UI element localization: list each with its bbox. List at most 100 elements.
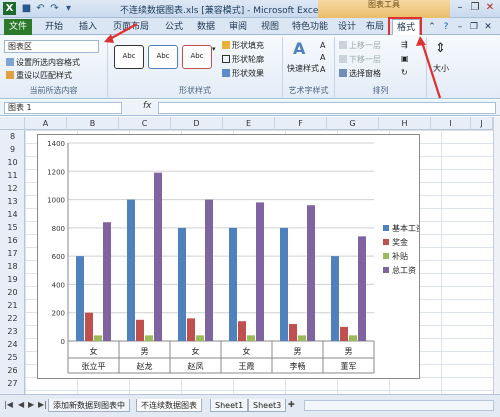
row-header[interactable]: 16 xyxy=(0,234,25,247)
x-category-label: 王霞 xyxy=(239,362,255,371)
insert-sheet-icon[interactable]: ✚ xyxy=(288,400,295,409)
bar xyxy=(127,199,135,341)
bar xyxy=(136,319,144,341)
insert-function-icon[interactable]: fx xyxy=(143,101,152,111)
row-header[interactable]: 8 xyxy=(0,130,25,143)
x-gender-label: 男 xyxy=(345,347,353,356)
row-header[interactable]: 17 xyxy=(0,247,25,260)
sheet-tab[interactable]: Sheet1 xyxy=(210,399,249,412)
x-gender-label: 男 xyxy=(294,347,302,356)
row-header[interactable]: 14 xyxy=(0,208,25,221)
bar xyxy=(289,324,297,341)
bar xyxy=(331,256,339,341)
x-category-label: 李畅 xyxy=(290,361,306,371)
bar xyxy=(94,335,102,341)
next-sheet-icon[interactable]: ▶ xyxy=(28,400,34,409)
arrow-to-selection-box xyxy=(107,23,138,41)
column-header[interactable]: G xyxy=(327,117,379,130)
y-tick-label: 0 xyxy=(61,338,65,346)
bar xyxy=(358,236,366,341)
y-tick-label: 1000 xyxy=(47,197,65,205)
column-header[interactable]: A xyxy=(25,117,67,130)
bar xyxy=(349,335,357,341)
y-tick-label: 1400 xyxy=(47,140,65,148)
column-header[interactable]: I xyxy=(431,117,471,130)
bar xyxy=(280,227,288,341)
last-sheet-icon[interactable]: ▶| xyxy=(38,400,47,409)
bar xyxy=(145,335,153,341)
row-header[interactable]: 19 xyxy=(0,273,25,286)
x-gender-label: 女 xyxy=(243,346,251,356)
bar xyxy=(307,205,315,341)
formula-bar: 图表 1 fx xyxy=(0,100,500,116)
row-header[interactable]: 10 xyxy=(0,156,25,169)
row-header[interactable]: 20 xyxy=(0,286,25,299)
legend-swatch xyxy=(383,239,389,245)
column-header[interactable]: B xyxy=(67,117,119,130)
bar xyxy=(187,318,195,341)
row-header[interactable]: 13 xyxy=(0,195,25,208)
sheet-tab-bar: |◀ ◀ ▶ ▶| 添加新数据到图表中 不连续数据图表 Sheet1 Sheet… xyxy=(0,394,500,417)
sheet-tab[interactable]: 添加新数据到图表中 xyxy=(48,399,130,412)
column-header[interactable]: E xyxy=(223,117,275,130)
first-sheet-icon[interactable]: |◀ xyxy=(4,400,13,409)
legend-label: 奖金 xyxy=(392,237,408,247)
bar xyxy=(205,199,213,341)
row-header[interactable]: 25 xyxy=(0,351,25,364)
row-header[interactable]: 18 xyxy=(0,260,25,273)
select-all-corner[interactable] xyxy=(0,117,25,130)
y-tick-label: 200 xyxy=(52,310,65,318)
bar xyxy=(298,335,306,341)
bar xyxy=(196,335,204,341)
sheet-tab-active[interactable]: 不连续数据图表 xyxy=(136,399,202,412)
formula-input[interactable] xyxy=(158,102,496,114)
bar xyxy=(103,222,111,341)
column-header[interactable]: H xyxy=(379,117,431,130)
row-header[interactable]: 21 xyxy=(0,299,25,312)
row-header[interactable]: 15 xyxy=(0,221,25,234)
row-header[interactable]: 22 xyxy=(0,312,25,325)
name-box[interactable]: 图表 1 xyxy=(4,102,122,114)
legend-swatch xyxy=(383,267,389,273)
x-gender-label: 男 xyxy=(141,347,149,356)
legend-label: 基本工资 xyxy=(392,223,419,233)
bar xyxy=(340,326,348,341)
y-tick-label: 600 xyxy=(52,253,65,261)
chart-svg: 0 200 400 600 800 1000 1200 1400 女张立平 男赵龙 女赵凤 女王霞 男李… xyxy=(47,140,424,374)
arrow-head-left xyxy=(104,34,114,43)
row-header[interactable]: 26 xyxy=(0,364,25,377)
chart-area[interactable]: 0 200 400 600 800 1000 1200 1400 女张立平 男赵龙 女赵凤 女王霞 男李… xyxy=(37,134,424,379)
x-category-label: 张立平 xyxy=(82,361,106,371)
bar xyxy=(238,321,246,341)
row-header-column: 8 9 10 11 12 13 14 15 16 17 18 19 20 21 … xyxy=(0,130,25,394)
column-header-row: A B C D E F G H I J xyxy=(0,117,500,130)
column-header[interactable]: J xyxy=(471,117,493,130)
x-gender-label: 女 xyxy=(192,346,200,356)
bar xyxy=(85,312,93,341)
y-tick-label: 400 xyxy=(52,281,65,289)
x-category-label: 赵凤 xyxy=(188,361,204,371)
bar xyxy=(256,202,264,341)
x-category-label: 董军 xyxy=(341,361,357,371)
legend-label: 补贴 xyxy=(392,251,408,261)
horizontal-scrollbar[interactable] xyxy=(304,400,494,411)
legend-swatch xyxy=(383,225,389,231)
row-header[interactable]: 11 xyxy=(0,169,25,182)
row-header[interactable]: 27 xyxy=(0,377,25,390)
row-header[interactable]: 23 xyxy=(0,325,25,338)
sheet-tab[interactable]: Sheet3 xyxy=(248,399,287,412)
vertical-scrollbar[interactable] xyxy=(493,117,500,394)
column-header[interactable]: C xyxy=(119,117,171,130)
column-header[interactable]: F xyxy=(275,117,327,130)
bar xyxy=(178,227,186,341)
legend-label: 总工资 xyxy=(392,265,416,275)
prev-sheet-icon[interactable]: ◀ xyxy=(18,400,24,409)
bar xyxy=(229,227,237,341)
x-gender-label: 女 xyxy=(90,346,98,356)
arrow-to-format-tab xyxy=(420,41,442,99)
row-header[interactable]: 9 xyxy=(0,143,25,156)
bar xyxy=(247,335,255,341)
row-header[interactable]: 24 xyxy=(0,338,25,351)
row-header[interactable]: 12 xyxy=(0,182,25,195)
column-header[interactable]: D xyxy=(171,117,223,130)
